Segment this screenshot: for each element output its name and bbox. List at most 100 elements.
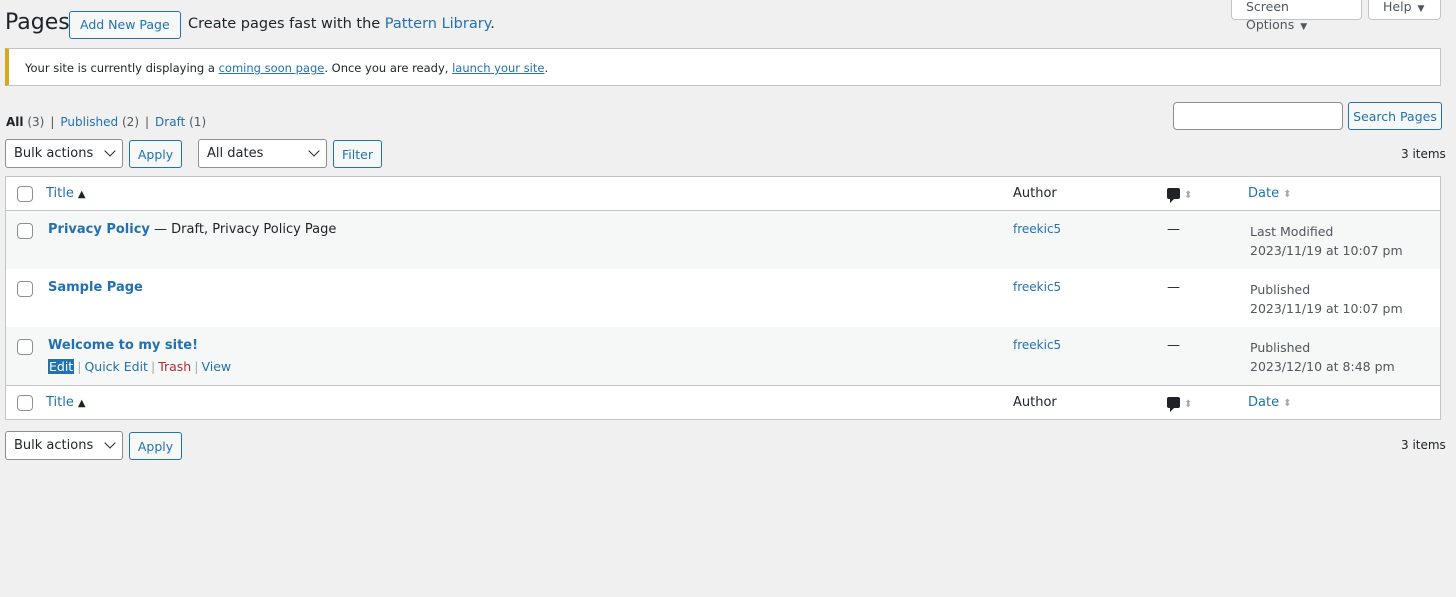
column-author-header: Author bbox=[1013, 395, 1057, 410]
comment-bubble-icon bbox=[1167, 397, 1180, 412]
page-state: — Draft, Privacy Policy Page bbox=[149, 222, 337, 237]
dates-filter-select[interactable]: All dates bbox=[198, 139, 327, 168]
page-title-link[interactable]: Welcome to my site! bbox=[48, 338, 198, 353]
add-new-page-button[interactable]: Add New Page bbox=[69, 11, 181, 39]
date-value: 2023/11/19 at 10:07 pm bbox=[1250, 243, 1403, 258]
page-title-link[interactable]: Privacy Policy bbox=[48, 222, 150, 237]
table-row: Privacy Policy — Draft, Privacy Policy P… bbox=[6, 211, 1440, 269]
table-row: Welcome to my site! Edit | Quick Edit | Tras… bbox=[6, 327, 1440, 385]
row-checkbox[interactable] bbox=[17, 281, 33, 297]
filter-button[interactable]: Filter bbox=[333, 140, 382, 168]
row-checkbox[interactable] bbox=[17, 223, 33, 239]
sort-asc-icon: ▲ bbox=[77, 189, 86, 200]
date-status: Published bbox=[1250, 340, 1311, 355]
date-cell: Published 2023/11/19 at 10:07 pm bbox=[1250, 280, 1403, 318]
page-title: Pages bbox=[5, 10, 70, 35]
select-all-checkbox[interactable] bbox=[17, 395, 33, 411]
bulk-actions-select[interactable]: Bulk actions bbox=[5, 139, 123, 168]
page-title-cell: Welcome to my site! bbox=[48, 338, 198, 353]
row-actions: Edit | Quick Edit | Trash | View bbox=[46, 358, 231, 375]
page-title-cell: Sample Page bbox=[48, 280, 143, 295]
page-title-cell: Privacy Policy — Draft, Privacy Policy P… bbox=[48, 222, 336, 237]
comments-cell: — bbox=[1167, 222, 1180, 237]
sort-icon: ⬍ bbox=[1283, 398, 1292, 409]
date-status: Published bbox=[1250, 282, 1311, 297]
separator: | bbox=[150, 359, 156, 374]
comment-bubble-icon bbox=[1167, 188, 1180, 203]
comments-cell: — bbox=[1167, 280, 1180, 295]
chevron-down-icon bbox=[104, 437, 116, 449]
bulk-actions-value: Bulk actions bbox=[14, 146, 94, 161]
view-all-count: (3) bbox=[27, 115, 45, 129]
separator: | bbox=[50, 115, 55, 129]
column-date-label: Date bbox=[1248, 395, 1280, 410]
status-views: All (3) | Published (2) | Draft (1) bbox=[6, 115, 206, 129]
select-all-checkbox[interactable] bbox=[17, 186, 33, 202]
date-status: Last Modified bbox=[1250, 224, 1334, 239]
search-pages-button[interactable]: Search Pages bbox=[1348, 102, 1442, 130]
coming-soon-page-link[interactable]: coming soon page bbox=[219, 61, 325, 75]
separator: | bbox=[77, 359, 82, 374]
column-comments-header[interactable]: ⬍ bbox=[1167, 186, 1193, 203]
promo-text: Create pages fast with the bbox=[188, 16, 381, 32]
promo-suffix: . bbox=[490, 16, 495, 32]
page-title-link[interactable]: Sample Page bbox=[48, 280, 143, 295]
table-footer: Title ▲ Author ⬍ Date ⬍ bbox=[6, 385, 1440, 419]
sort-asc-icon: ▲ bbox=[77, 398, 86, 409]
author-link[interactable]: freekic5 bbox=[1013, 222, 1061, 236]
column-title-header[interactable]: Title ▲ bbox=[46, 186, 86, 201]
separator: | bbox=[145, 115, 150, 129]
screen-options-label: Screen Options bbox=[1246, 0, 1295, 32]
pattern-library-link[interactable]: Pattern Library bbox=[385, 16, 490, 32]
comments-cell: — bbox=[1167, 338, 1180, 353]
date-value: 2023/12/10 at 8:48 pm bbox=[1250, 359, 1395, 374]
column-date-header[interactable]: Date ⬍ bbox=[1248, 395, 1291, 410]
items-count: 3 items bbox=[1401, 438, 1446, 452]
launch-site-link[interactable]: launch your site bbox=[452, 61, 544, 75]
date-value: 2023/11/19 at 10:07 pm bbox=[1250, 301, 1403, 316]
view-link[interactable]: View bbox=[201, 359, 231, 374]
items-count: 3 items bbox=[1401, 147, 1446, 161]
apply-button[interactable]: Apply bbox=[129, 432, 182, 460]
search-input[interactable] bbox=[1173, 102, 1343, 130]
view-draft[interactable]: Draft bbox=[155, 115, 185, 129]
caret-down-icon: ▼ bbox=[1300, 22, 1308, 32]
dates-value: All dates bbox=[207, 146, 264, 161]
row-checkbox[interactable] bbox=[17, 339, 33, 355]
view-all[interactable]: All bbox=[6, 115, 24, 129]
column-date-header[interactable]: Date ⬍ bbox=[1248, 186, 1291, 201]
table-row: Sample Page freekic5 — Published 2023/11/… bbox=[6, 269, 1440, 327]
edit-link[interactable]: Edit bbox=[46, 358, 76, 375]
caret-down-icon: ▼ bbox=[1417, 4, 1425, 14]
date-cell: Published 2023/12/10 at 8:48 pm bbox=[1250, 338, 1395, 376]
notice-middle: . Once you are ready, bbox=[324, 61, 449, 75]
separator: | bbox=[194, 359, 199, 374]
column-title-label: Title bbox=[46, 186, 74, 201]
column-title-header[interactable]: Title ▲ bbox=[46, 395, 86, 410]
date-cell: Last Modified 2023/11/19 at 10:07 pm bbox=[1250, 222, 1403, 260]
coming-soon-notice: Your site is currently displaying a comi… bbox=[5, 48, 1441, 86]
sort-icon: ⬍ bbox=[1283, 189, 1292, 200]
column-comments-header[interactable]: ⬍ bbox=[1167, 395, 1193, 412]
bulk-actions-value: Bulk actions bbox=[14, 438, 94, 453]
help-button[interactable]: Help ▼ bbox=[1368, 0, 1441, 20]
column-date-label: Date bbox=[1248, 186, 1280, 201]
apply-button[interactable]: Apply bbox=[129, 140, 182, 168]
author-link[interactable]: freekic5 bbox=[1013, 338, 1061, 352]
pattern-library-promo: Create pages fast with the Pattern Libra… bbox=[188, 16, 495, 32]
sort-icon: ⬍ bbox=[1184, 399, 1193, 410]
view-draft-count: (1) bbox=[189, 115, 207, 129]
view-published-count: (2) bbox=[122, 115, 139, 129]
bulk-actions-select[interactable]: Bulk actions bbox=[5, 431, 123, 460]
notice-prefix: Your site is currently displaying a bbox=[25, 61, 215, 75]
column-title-label: Title bbox=[46, 395, 74, 410]
author-link[interactable]: freekic5 bbox=[1013, 280, 1061, 294]
screen-options-button[interactable]: Screen Options ▼ bbox=[1231, 0, 1362, 32]
quick-edit-link[interactable]: Quick Edit bbox=[84, 359, 148, 374]
chevron-down-icon bbox=[104, 145, 116, 157]
view-published[interactable]: Published bbox=[60, 115, 118, 129]
sort-icon: ⬍ bbox=[1184, 190, 1193, 201]
trash-link[interactable]: Trash bbox=[158, 359, 191, 374]
column-author-header: Author bbox=[1013, 186, 1057, 201]
pages-table: Title ▲ Author ⬍ Date ⬍ Privacy Policy — D… bbox=[5, 176, 1441, 420]
